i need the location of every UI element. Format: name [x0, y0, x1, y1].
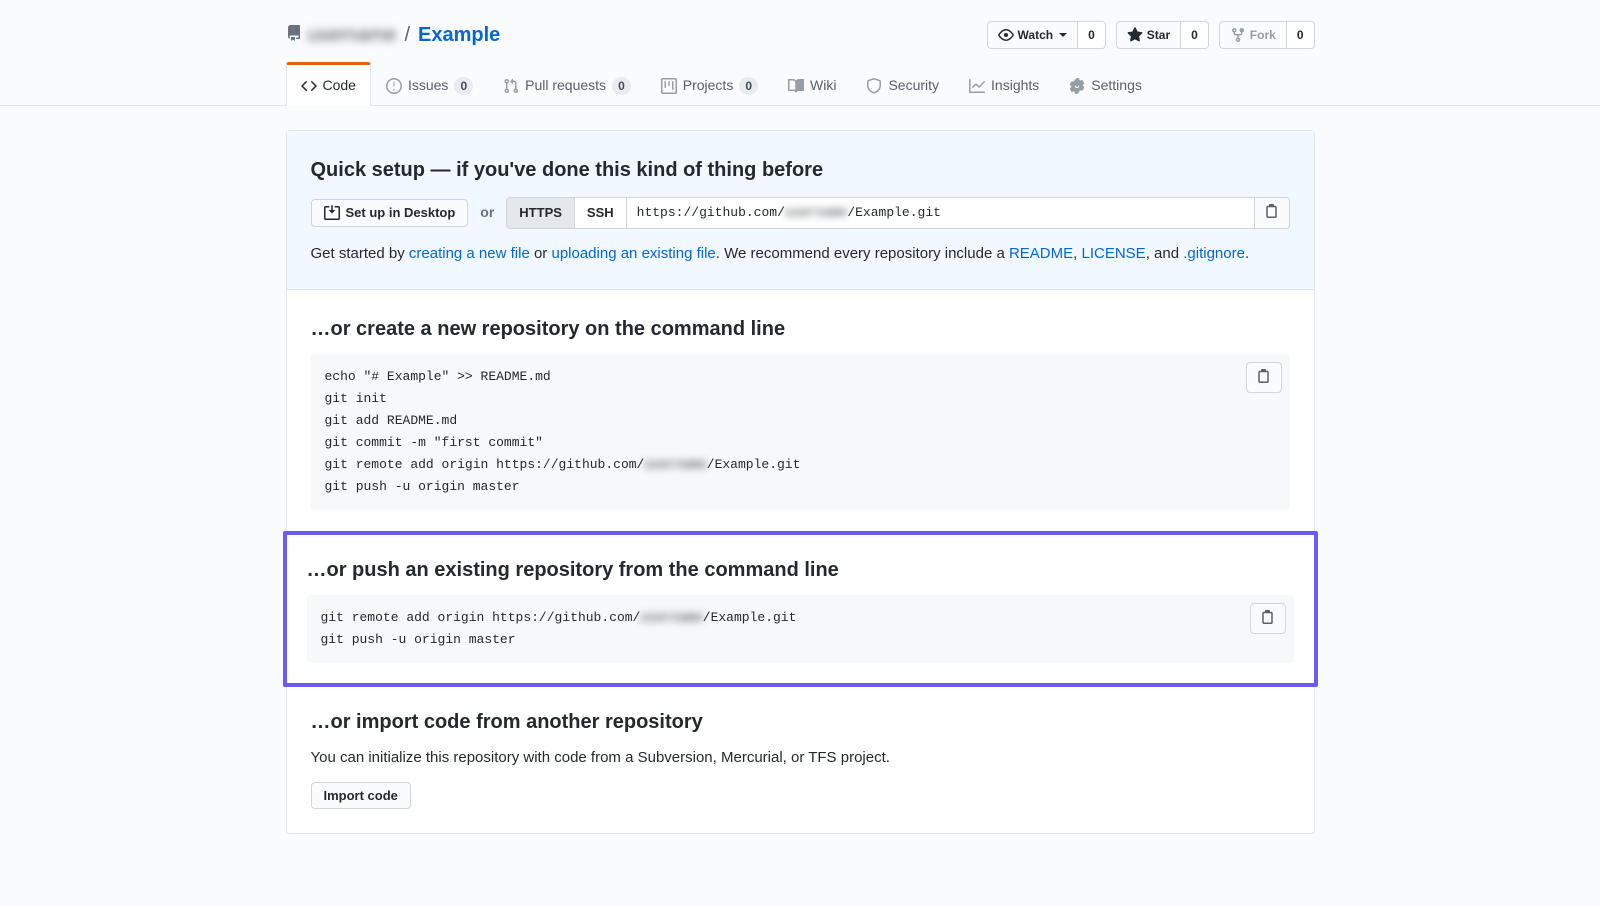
star-button[interactable]: Star	[1116, 21, 1181, 49]
star-icon	[1127, 27, 1143, 43]
issue-icon	[386, 78, 402, 94]
import-desc: You can initialize this repository with …	[311, 747, 1290, 770]
import-section: …or import code from another repository …	[287, 683, 1314, 833]
desktop-download-icon	[324, 205, 340, 221]
fork-icon	[1230, 27, 1246, 43]
pulls-count: 0	[612, 77, 631, 95]
https-toggle[interactable]: HTTPS	[506, 197, 575, 229]
create-file-link[interactable]: creating a new file	[409, 245, 530, 262]
graph-icon	[969, 78, 985, 94]
create-repo-section: …or create a new repository on the comma…	[287, 290, 1314, 535]
quick-setup-panel: Quick setup — if you've done this kind o…	[287, 131, 1314, 290]
readme-link[interactable]: README	[1009, 245, 1073, 262]
clipboard-icon	[1260, 609, 1276, 625]
setup-desktop-button[interactable]: Set up in Desktop	[311, 199, 469, 227]
upload-file-link[interactable]: uploading an existing file	[551, 245, 715, 262]
project-icon	[661, 78, 677, 94]
breadcrumb-separator: /	[404, 20, 410, 50]
clone-url-input[interactable]: https://github.com/username/Example.git	[627, 197, 1255, 229]
import-title: …or import code from another repository	[311, 707, 1290, 737]
tab-wiki[interactable]: Wiki	[773, 62, 851, 106]
repo-icon	[286, 20, 302, 50]
copy-push-button[interactable]	[1250, 603, 1286, 634]
gitignore-link[interactable]: .gitignore	[1183, 245, 1245, 262]
tab-issues[interactable]: Issues 0	[371, 62, 488, 106]
quick-setup-help: Get started by creating a new file or up…	[311, 243, 1290, 266]
quick-setup-title: Quick setup — if you've done this kind o…	[311, 155, 1290, 185]
copy-url-button[interactable]	[1255, 197, 1290, 229]
tab-projects[interactable]: Projects 0	[646, 62, 773, 106]
tab-settings[interactable]: Settings	[1054, 62, 1157, 106]
push-repo-title: …or push an existing repository from the…	[307, 555, 1294, 585]
book-icon	[788, 78, 804, 94]
repo-breadcrumb: username / Example	[286, 20, 501, 50]
push-repo-code[interactable]: git remote add origin https://github.com…	[307, 595, 1294, 663]
import-code-button[interactable]: Import code	[311, 782, 411, 809]
license-link[interactable]: LICENSE	[1082, 245, 1146, 262]
push-repo-section: …or push an existing repository from the…	[283, 531, 1318, 687]
star-count[interactable]: 0	[1181, 21, 1209, 49]
repo-link[interactable]: Example	[418, 20, 500, 50]
fork-count[interactable]: 0	[1287, 21, 1315, 49]
copy-create-button[interactable]	[1246, 362, 1282, 393]
clipboard-icon	[1264, 203, 1280, 219]
pull-request-icon	[503, 78, 519, 94]
watch-button[interactable]: Watch	[987, 21, 1079, 49]
tab-security[interactable]: Security	[851, 62, 954, 106]
ssh-toggle[interactable]: SSH	[575, 197, 627, 229]
projects-count: 0	[739, 77, 758, 95]
issues-count: 0	[454, 77, 473, 95]
caret-down-icon	[1059, 33, 1067, 37]
watch-count[interactable]: 0	[1078, 21, 1106, 49]
clipboard-icon	[1256, 368, 1272, 384]
gear-icon	[1069, 78, 1085, 94]
or-text: or	[480, 202, 494, 223]
create-repo-code[interactable]: echo "# Example" >> README.md git init g…	[311, 354, 1290, 510]
tab-insights[interactable]: Insights	[954, 62, 1054, 106]
tab-code[interactable]: Code	[286, 62, 371, 106]
fork-button[interactable]: Fork	[1219, 21, 1287, 49]
create-repo-title: …or create a new repository on the comma…	[311, 314, 1290, 344]
owner-link[interactable]: username	[308, 20, 397, 50]
eye-icon	[998, 27, 1014, 43]
code-icon	[301, 78, 317, 94]
tab-pulls[interactable]: Pull requests 0	[488, 62, 646, 106]
shield-icon	[866, 78, 882, 94]
